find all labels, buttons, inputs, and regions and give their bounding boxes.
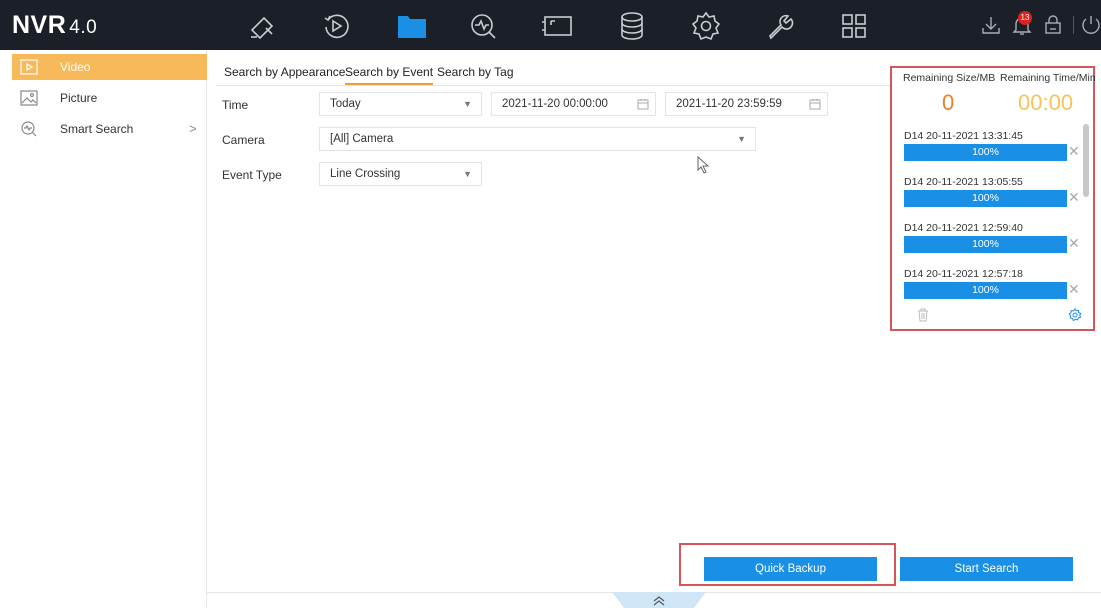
lock-icon[interactable] — [1042, 14, 1064, 36]
progress-percent: 100% — [972, 146, 999, 158]
backup-job-progress: 100% — [904, 190, 1067, 207]
quick-backup-button[interactable]: Quick Backup — [704, 557, 877, 581]
close-icon[interactable]: ✕ — [1068, 189, 1080, 206]
tab-search-by-tag[interactable]: Search by Tag — [437, 65, 514, 85]
panel-scrollbar[interactable] — [1083, 124, 1089, 197]
start-time-field[interactable]: 2021-11-20 00:00:00 — [491, 92, 656, 116]
event-type-label: Event Type — [222, 168, 282, 182]
start-time-value: 2021-11-20 00:00:00 — [502, 98, 608, 110]
remaining-size-header: Remaining Size/MB — [903, 72, 996, 84]
storage-icon[interactable] — [616, 10, 648, 42]
backup-job-progress: 100% — [904, 282, 1067, 299]
chevron-down-icon: ▼ — [463, 169, 472, 179]
app-name: NVR — [12, 11, 67, 39]
backup-job-name: D14 20-11-2021 12:57:18 — [904, 268, 1023, 280]
top-nav-bar: NVR 4.0 13 — [0, 0, 1101, 50]
file-management-icon[interactable] — [396, 10, 428, 42]
playback-icon[interactable] — [320, 10, 352, 42]
time-preset-value: Today — [330, 98, 361, 110]
sidebar-item-label: Video — [60, 60, 91, 74]
sidebar-item-picture[interactable]: Picture — [12, 85, 207, 111]
camera-label: Camera — [222, 133, 265, 147]
close-icon[interactable]: ✕ — [1068, 281, 1080, 298]
nvr-page: NVR 4.0 13 Video Picture Smart Search > … — [0, 0, 1101, 608]
settings-icon[interactable] — [690, 10, 722, 42]
smart-search-icon — [20, 121, 38, 137]
end-time-field[interactable]: 2021-11-20 23:59:59 — [665, 92, 828, 116]
event-type-select[interactable]: Line Crossing ▼ — [319, 162, 482, 186]
camera-select[interactable]: [All] Camera ▼ — [319, 127, 756, 151]
smart-analysis-icon[interactable] — [467, 10, 499, 42]
chevron-down-icon: ▼ — [737, 134, 746, 144]
backup-job-name: D14 20-11-2021 13:31:45 — [904, 130, 1023, 142]
camera-value: [All] Camera — [330, 133, 394, 145]
toolbar-divider — [1073, 16, 1074, 34]
power-icon[interactable] — [1080, 14, 1101, 36]
expand-panel-handle[interactable] — [612, 592, 706, 608]
sidebar-item-video[interactable]: Video — [12, 54, 207, 80]
backup-job-progress: 100% — [904, 144, 1067, 161]
progress-percent: 100% — [972, 284, 999, 296]
time-label: Time — [222, 98, 249, 112]
picture-icon — [20, 90, 38, 106]
sidebar-item-label: Smart Search — [60, 122, 134, 136]
trash-icon[interactable] — [916, 308, 930, 322]
event-type-value: Line Crossing — [330, 168, 401, 180]
remaining-size-value: 0 — [942, 90, 955, 115]
tab-search-by-event[interactable]: Search by Event — [345, 65, 434, 85]
tab-search-by-appearance[interactable]: Search by Appearance — [224, 65, 345, 85]
app-logo: NVR 4.0 — [12, 11, 97, 40]
close-icon[interactable]: ✕ — [1068, 143, 1080, 160]
progress-percent: 100% — [972, 238, 999, 250]
backup-job-progress: 100% — [904, 236, 1067, 253]
maintenance-icon[interactable] — [764, 10, 796, 42]
backup-job-name: D14 20-11-2021 13:05:55 — [904, 176, 1023, 188]
remaining-time-value: 00:00 — [1018, 90, 1074, 115]
layout-grid-icon[interactable] — [838, 10, 870, 42]
calendar-icon[interactable] — [637, 98, 649, 110]
mouse-cursor-icon — [697, 156, 710, 174]
chevron-right-icon: > — [189, 121, 197, 136]
remaining-time-header: Remaining Time/Min — [1000, 72, 1096, 84]
chevron-down-icon: ▼ — [463, 99, 472, 109]
settings-gear-icon[interactable] — [1068, 308, 1082, 322]
video-wall-icon[interactable] — [541, 10, 573, 42]
time-preset-select[interactable]: Today ▼ — [319, 92, 482, 116]
backup-job-name: D14 20-11-2021 12:59:40 — [904, 222, 1023, 234]
video-file-icon — [20, 59, 38, 75]
sidebar: Video Picture Smart Search > — [0, 50, 207, 608]
alarm-count-badge: 13 — [1018, 11, 1032, 25]
backup-progress-panel: Remaining Size/MB Remaining Time/Min 0 0… — [890, 66, 1096, 331]
start-search-button[interactable]: Start Search — [900, 557, 1073, 581]
calendar-icon[interactable] — [809, 98, 821, 110]
sidebar-item-label: Picture — [60, 91, 98, 105]
camera-icon[interactable] — [246, 10, 278, 42]
app-version: 4.0 — [69, 17, 98, 38]
end-time-value: 2021-11-20 23:59:59 — [676, 98, 782, 110]
download-icon[interactable] — [980, 14, 1002, 36]
progress-percent: 100% — [972, 192, 999, 204]
close-icon[interactable]: ✕ — [1068, 235, 1080, 252]
sidebar-item-smart-search[interactable]: Smart Search > — [12, 116, 207, 142]
